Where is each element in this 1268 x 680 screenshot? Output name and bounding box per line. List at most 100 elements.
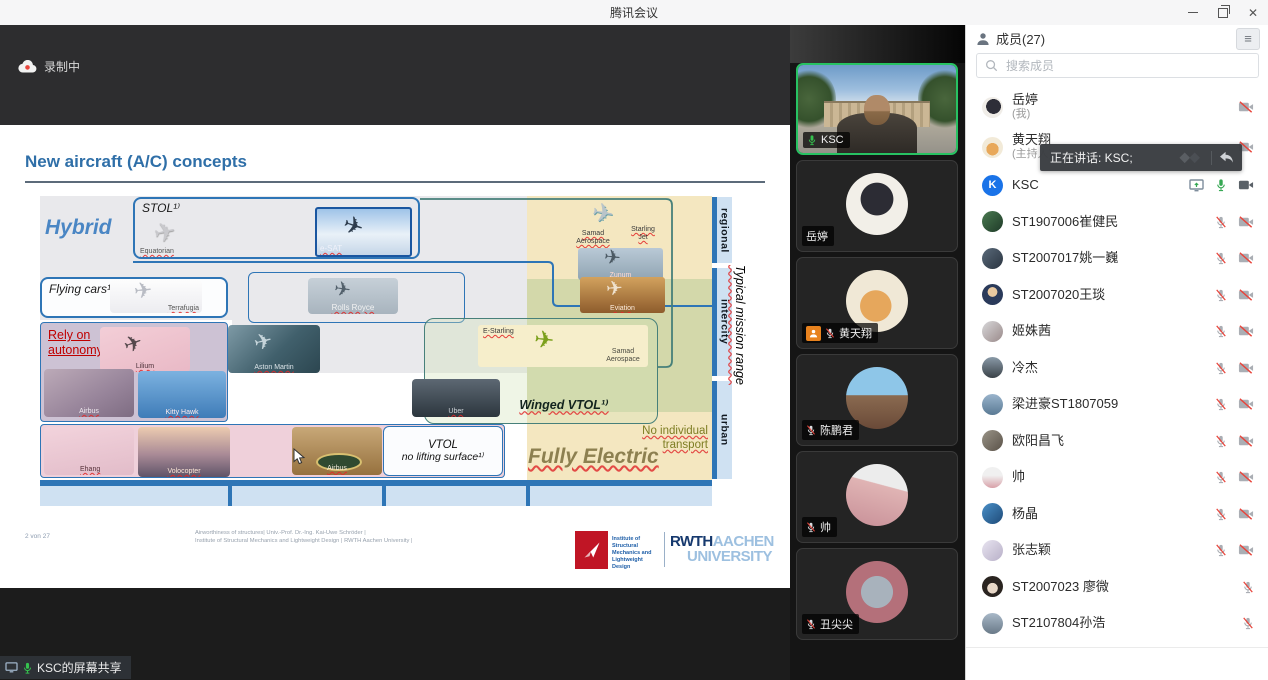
mic-on-icon [1215, 178, 1227, 192]
member-row[interactable]: 岳婷 (我) [966, 87, 1268, 127]
member-row[interactable]: 梁进豪ST1807059 [966, 386, 1268, 423]
member-avatar [982, 248, 1003, 269]
camera-off-icon [1238, 508, 1254, 520]
tile-name-label: 帅 [802, 517, 837, 537]
member-avatar [982, 576, 1003, 597]
hybrid-label: Hybrid [45, 216, 112, 240]
mic-muted-icon [825, 327, 835, 339]
winged-vtol-label: Winged VTOL¹⁾ [478, 397, 650, 412]
member-row[interactable]: 帅 [966, 459, 1268, 496]
member-status-icons [1189, 178, 1254, 192]
member-row[interactable]: 杨晶 [966, 496, 1268, 533]
member-name: ST1907006崔健民 [1012, 215, 1118, 229]
member-row[interactable]: 欧阳昌飞 [966, 423, 1268, 460]
window-title: 腾讯会议 [0, 4, 1268, 21]
minimize-button[interactable] [1178, 0, 1208, 25]
mission-range-axis: regional intercity urban [712, 197, 732, 483]
participant-name: 陈鹏君 [820, 422, 853, 438]
member-status-icons [1215, 215, 1254, 229]
member-search-box [976, 53, 1259, 78]
recording-indicator[interactable]: 录制中 [18, 58, 80, 75]
shared-slide: New aircraft (A/C) concepts STOL¹⁾ Flyin… [0, 125, 790, 588]
member-names: 梁进豪ST1807059 [1012, 397, 1118, 411]
institute-logo-text: Institute of Structural Mechanics and Li… [612, 536, 662, 571]
member-row[interactable]: 冷杰 [966, 350, 1268, 387]
member-name: ST2007017姚一巍 [1012, 251, 1118, 265]
speaking-toast: 正在讲话: KSC; [1040, 144, 1242, 171]
member-row[interactable]: 张志颖 [966, 532, 1268, 569]
mic-muted-icon [1215, 543, 1227, 557]
member-row[interactable]: ST2107804孙浩 [966, 605, 1268, 642]
pax-segment-label [526, 486, 712, 506]
plane-glyph: ✈ [252, 329, 275, 355]
tile-name-label: 黄天翔 [802, 323, 878, 343]
plane-glyph: ✈ [590, 198, 616, 227]
slide-page-number: 2 von 27 [25, 533, 50, 540]
aircraft-image-terrafugia: ✈Terrafugia [110, 280, 202, 313]
vtol-line1: VTOL [428, 439, 458, 451]
video-tile[interactable]: 岳婷 [796, 160, 958, 252]
member-names: KSC [1012, 178, 1039, 192]
participant-name: 黄天翔 [839, 325, 872, 341]
institute-logo [575, 531, 608, 569]
member-status-icons [1215, 543, 1254, 557]
video-tile[interactable]: 黄天翔 [796, 257, 958, 349]
member-avatar [982, 394, 1003, 415]
camera-off-icon [1238, 325, 1254, 337]
video-tile[interactable]: KSC [796, 63, 958, 155]
member-row[interactable]: ST1907006崔健民 [966, 204, 1268, 241]
member-row[interactable]: ST2007023 廖微 [966, 569, 1268, 606]
video-tile[interactable]: 帅 [796, 451, 958, 543]
close-button[interactable]: ✕ [1238, 0, 1268, 25]
member-row[interactable]: 姬姝茜 [966, 313, 1268, 350]
member-avatar [982, 321, 1003, 342]
member-names: ST2007023 廖微 [1012, 580, 1109, 594]
logo-divider [664, 532, 665, 567]
toast-collapse-arrow-icon[interactable] [1219, 151, 1234, 164]
image-caption: Aston Martin [254, 364, 293, 371]
participant-name: KSC [821, 134, 844, 146]
video-tile[interactable]: 陈鹏君 [796, 354, 958, 446]
pax-segment-label [382, 486, 526, 506]
member-status-icons [1215, 361, 1254, 375]
screen-sharing-icon [1189, 179, 1204, 192]
member-status-icons [1215, 507, 1254, 521]
mic-muted-icon [1242, 580, 1254, 594]
no-individual-line1: No individual [598, 424, 708, 438]
image-caption: Ehang [80, 466, 100, 473]
plane-glyph: ✈ [533, 328, 556, 354]
rely-line2: autonomy [48, 343, 103, 358]
image-caption: Rolls Royce [332, 303, 375, 312]
member-name: 岳婷 [1012, 93, 1038, 107]
image-caption: Samad Aerospace [602, 348, 644, 364]
camera-off-icon [1238, 544, 1254, 556]
mic-muted-icon [1215, 397, 1227, 411]
member-row[interactable]: K KSC [966, 167, 1268, 204]
member-name: ST2007023 廖微 [1012, 580, 1109, 594]
member-status-icons [1215, 434, 1254, 448]
aircraft-image-samad-starling: ✈Samad AerospaceStarling Jet [570, 198, 660, 250]
mic-muted-icon [1215, 507, 1227, 521]
member-row[interactable]: ST2007020王琰 [966, 277, 1268, 314]
member-names: ST2107804孙浩 [1012, 616, 1105, 630]
members-menu-button[interactable]: ≡ [1236, 28, 1260, 50]
maximize-button[interactable] [1208, 0, 1238, 25]
member-avatar [982, 430, 1003, 451]
plane-glyph: ✈ [121, 331, 146, 358]
tile-name-label: 陈鹏君 [802, 420, 859, 440]
share-badge-label: KSC的屏幕共享 [37, 659, 122, 676]
aircraft-image-volocopter: Volocopter [138, 427, 230, 477]
camera-off-icon [1238, 435, 1254, 447]
image-caption: Airbus [79, 408, 99, 415]
video-tile[interactable]: 丑尖尖 [796, 548, 958, 640]
member-name: 冷杰 [1012, 361, 1038, 375]
member-row[interactable]: ST2007017姚一巍 [966, 240, 1268, 277]
paper-plane-icon [582, 540, 602, 560]
close-icon: ✕ [1248, 6, 1258, 20]
member-search-input[interactable] [1004, 58, 1250, 74]
camera-off-icon [1238, 398, 1254, 410]
range-segment-label: intercity [717, 268, 732, 376]
search-icon [985, 59, 998, 72]
screen-share-badge[interactable]: KSC的屏幕共享 [0, 656, 131, 679]
member-name: 杨晶 [1012, 507, 1038, 521]
